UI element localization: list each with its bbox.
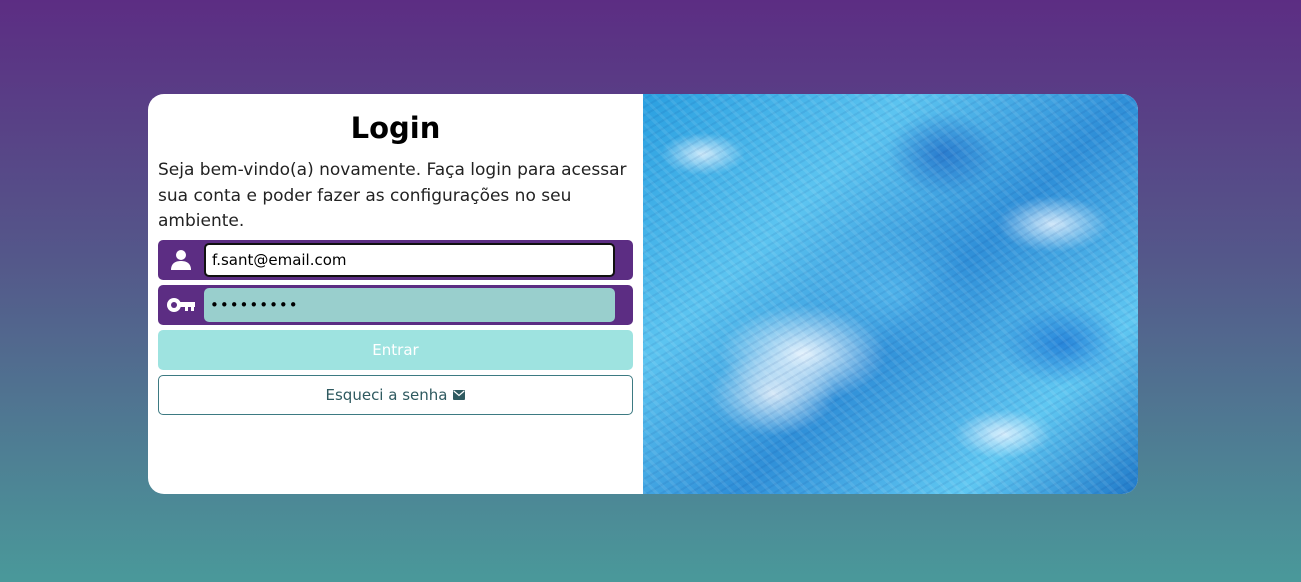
- password-field[interactable]: [204, 288, 615, 322]
- login-panel: Login Seja bem-vindo(a) novamente. Faça …: [148, 94, 643, 494]
- user-icon: [166, 246, 196, 274]
- forgot-password-button[interactable]: Esqueci a senha: [158, 375, 633, 415]
- envelope-icon: [453, 386, 466, 404]
- page-title: Login: [350, 111, 441, 145]
- email-row: [158, 240, 633, 280]
- login-card: Login Seja bem-vindo(a) novamente. Faça …: [148, 94, 1138, 494]
- email-field[interactable]: [204, 243, 615, 277]
- enter-button[interactable]: Entrar: [158, 330, 633, 370]
- side-image: [643, 94, 1138, 494]
- password-row: [158, 285, 633, 325]
- welcome-text: Seja bem-vindo(a) novamente. Faça login …: [158, 160, 627, 231]
- key-icon: [166, 291, 196, 319]
- forgot-password-label: Esqueci a senha: [325, 386, 448, 404]
